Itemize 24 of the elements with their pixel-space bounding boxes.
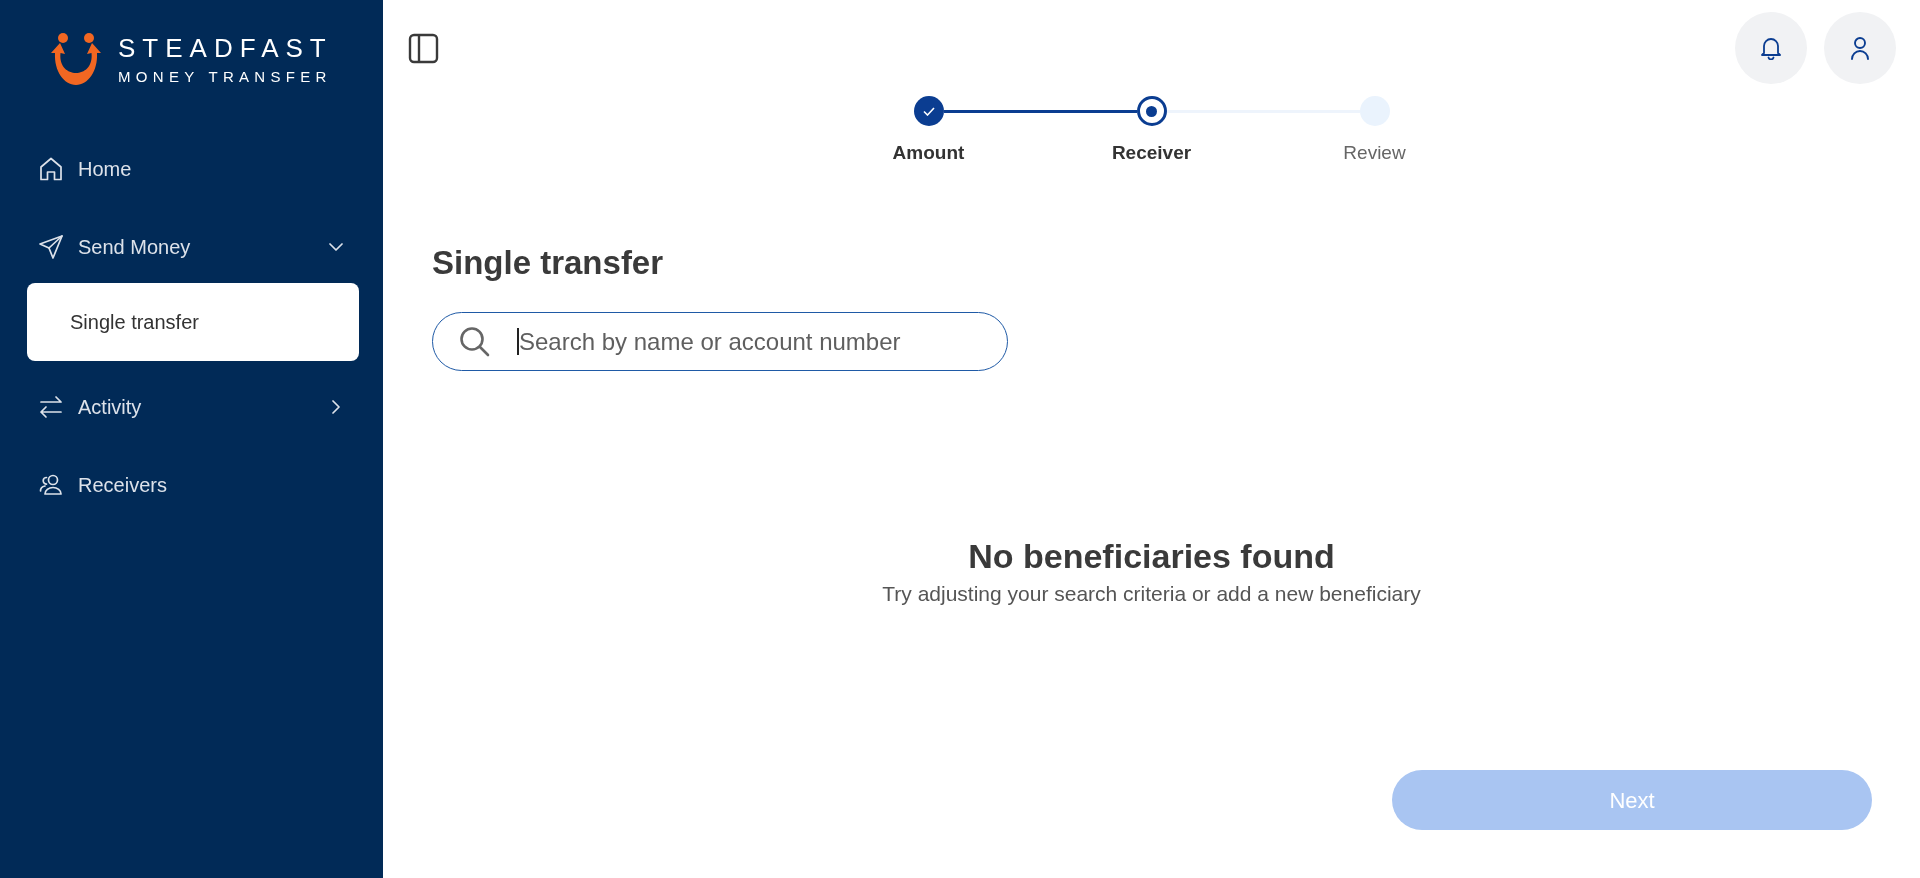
nav-item[interactable]: Activity: [0, 375, 383, 439]
paper-plane-icon: [38, 234, 64, 260]
swap-arrows-icon: [38, 394, 64, 420]
logo-name: STEADFAST: [118, 34, 333, 61]
nav-item[interactable]: Home: [0, 137, 383, 201]
check-icon: [922, 106, 935, 116]
search-field[interactable]: Search by name or account number: [432, 312, 1008, 371]
logo-tagline: MONEY TRANSFER: [118, 68, 332, 84]
home-icon: [38, 156, 64, 182]
user-icon: [1850, 36, 1870, 60]
search-icon: [459, 326, 490, 357]
nav-item[interactable]: Send Money: [0, 215, 383, 279]
nav-subitem[interactable]: Single transfer: [27, 283, 359, 361]
users-icon: [38, 472, 64, 498]
page-title: Single transfer: [432, 243, 664, 283]
empty-state-message: Try adjusting your search criteria or add a new beneficiary: [882, 581, 1421, 607]
bell-icon: [1760, 36, 1782, 60]
step-label: Receiver: [1111, 141, 1192, 165]
step-label: Review: [1343, 141, 1406, 165]
step-label: Amount: [892, 141, 965, 165]
sidebar-toggle-icon: [408, 33, 439, 64]
empty-state-title: No beneficiaries found: [968, 536, 1335, 576]
nav-item[interactable]: Receivers: [0, 453, 383, 517]
sidebar-toggle-button[interactable]: [408, 33, 439, 64]
